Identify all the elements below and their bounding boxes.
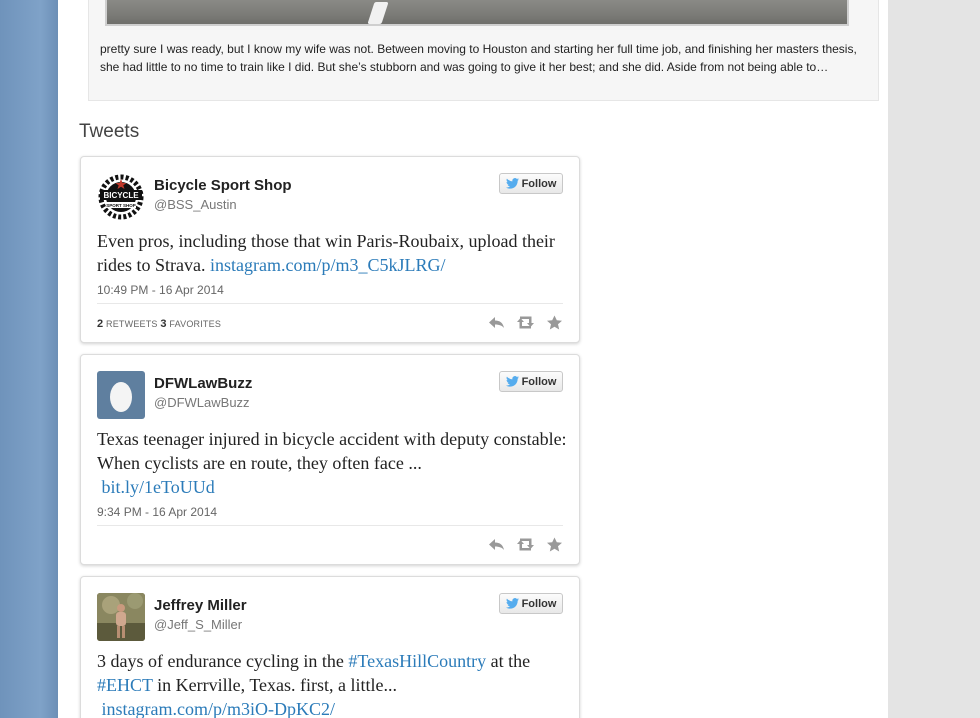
avatar-logo-text: BICYCLE [103, 191, 139, 200]
tweet-actions [488, 315, 563, 330]
tweet-author-name[interactable]: Jeffrey Miller [154, 597, 247, 614]
egg-avatar-icon [110, 382, 132, 412]
bicycle-sport-shop-logo: BICYCLE SPORT SHOP [98, 174, 144, 220]
avatar[interactable]: BICYCLE SPORT SHOP [97, 173, 145, 221]
reply-icon[interactable] [488, 315, 505, 330]
favorite-star-icon[interactable] [546, 537, 563, 552]
avatar[interactable] [97, 593, 145, 641]
right-page-background [888, 0, 980, 718]
blog-post-card[interactable]: pretty sure I was ready, but I know my w… [88, 0, 879, 101]
avatar[interactable] [97, 371, 145, 419]
twitter-bird-icon [505, 598, 519, 609]
tweet-link[interactable]: instagram.com/p/m3_C5kJLRG/ [210, 255, 446, 275]
road-lane-marking [367, 2, 389, 24]
follow-button[interactable]: Follow [499, 371, 563, 392]
left-page-background [0, 0, 58, 718]
tweet-body: Texas teenager injured in bicycle accide… [97, 429, 567, 473]
tweet-body-part: 3 days of endurance cycling in the [97, 651, 349, 671]
favorite-count: 3 [160, 318, 167, 330]
post-image[interactable] [105, 0, 849, 26]
tweet-divider [97, 303, 563, 304]
tweet-stats: 2 RETWEETS 3 FAVORITES [97, 318, 221, 330]
follow-button[interactable]: Follow [499, 593, 563, 614]
reply-icon[interactable] [488, 537, 505, 552]
retweet-icon[interactable] [517, 537, 534, 552]
hashtag-link[interactable]: #EHCT [97, 675, 153, 695]
tweet-author-handle[interactable]: @DFWLawBuzz [154, 395, 250, 410]
retweet-count: 2 [97, 318, 104, 330]
tweet-author-handle[interactable]: @BSS_Austin [154, 197, 237, 212]
tweet-card: BICYCLE SPORT SHOP Bicycle Sport Shop @B… [80, 156, 580, 343]
tweet-body-part: in Kerrville, Texas. first, a little... [152, 675, 398, 695]
tweet-author-handle[interactable]: @Jeff_S_Miller [154, 617, 242, 632]
tweet-card: DFWLawBuzz @DFWLawBuzz Follow Texas teen… [80, 354, 580, 565]
tweets-heading: Tweets [79, 121, 140, 142]
tweet-author-name[interactable]: DFWLawBuzz [154, 375, 252, 392]
twitter-bird-icon [505, 178, 519, 189]
twitter-bird-icon [505, 376, 519, 387]
hashtag-link[interactable]: #TexasHillCountry [348, 651, 486, 671]
avatar-logo-subtext: SPORT SHOP [106, 203, 136, 208]
tweet-text: Texas teenager injured in bicycle accide… [97, 427, 567, 499]
tweet-link[interactable]: bit.ly/1eToUUd [102, 477, 215, 497]
retweet-icon[interactable] [517, 315, 534, 330]
follow-button[interactable]: Follow [499, 173, 563, 194]
tweet-text: 3 days of endurance cycling in the #Texa… [97, 649, 567, 718]
tweet-link[interactable]: instagram.com/p/m3iO-DpKC2/ [102, 699, 335, 718]
tweet-actions [488, 537, 563, 552]
user-photo-avatar [97, 593, 145, 641]
tweet-body-part: at the [486, 651, 531, 671]
follow-label: Follow [521, 597, 557, 610]
favorites-label: FAVORITES [169, 319, 222, 329]
main-content: pretty sure I was ready, but I know my w… [58, 0, 888, 718]
tweet-divider [97, 525, 563, 526]
tweet-text: Even pros, including those that win Pari… [97, 229, 567, 277]
tweet-author-name[interactable]: Bicycle Sport Shop [154, 177, 292, 194]
follow-label: Follow [521, 177, 557, 190]
tweet-card: Jeffrey Miller @Jeff_S_Miller Follow 3 d… [80, 576, 580, 718]
retweets-label: RETWEETS [106, 319, 158, 329]
tweet-timestamp[interactable]: 10:49 PM - 16 Apr 2014 [97, 283, 224, 297]
follow-label: Follow [521, 375, 557, 388]
tweet-timestamp[interactable]: 9:34 PM - 16 Apr 2014 [97, 505, 217, 519]
favorite-star-icon[interactable] [546, 315, 563, 330]
post-excerpt: pretty sure I was ready, but I know my w… [100, 42, 857, 74]
